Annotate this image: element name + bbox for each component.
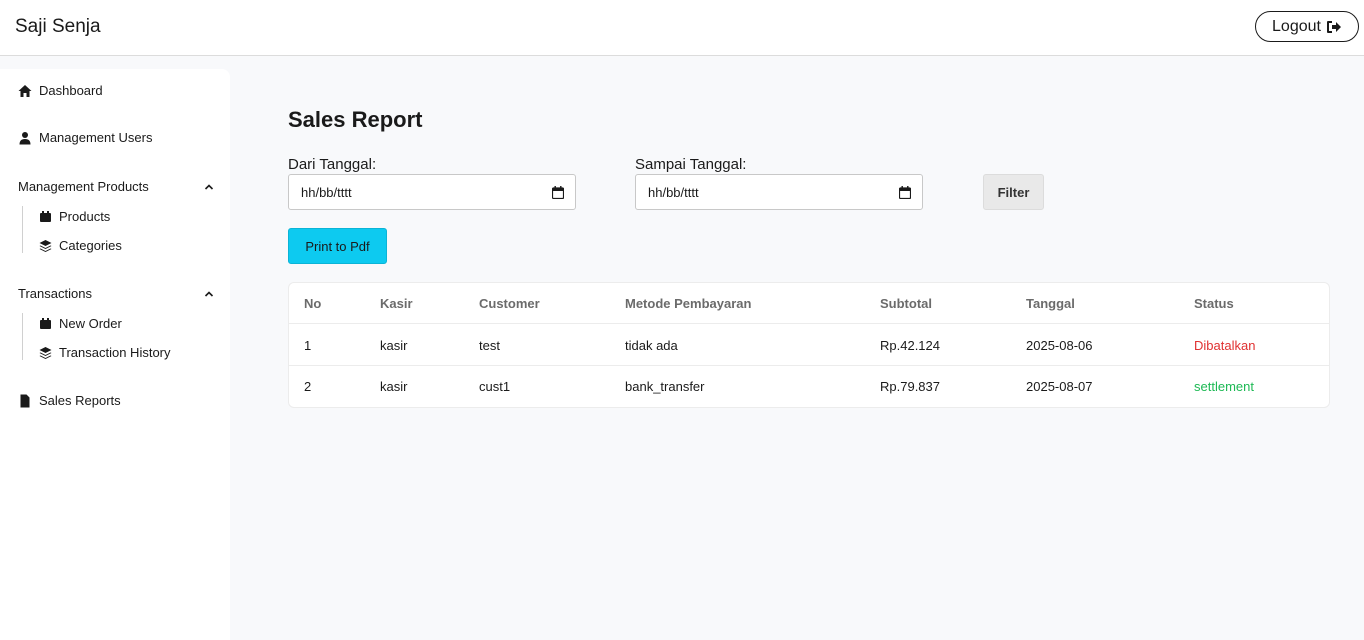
home-icon (18, 84, 32, 97)
from-date-input[interactable]: hh/bb/tttt (288, 174, 576, 210)
user-icon (19, 131, 31, 144)
chevron-up-icon[interactable] (204, 290, 214, 298)
cell-payment-method: bank_transfer (625, 379, 705, 394)
sidebar-label-products: Products (59, 209, 111, 224)
column-header: Tanggal (1026, 296, 1075, 311)
cell-subtotal: Rp.42.124 (880, 338, 940, 353)
sidebar-label-history: Transaction History (59, 345, 171, 360)
sidebar-label-new-order: New Order (59, 316, 122, 331)
cell-no: 1 (304, 338, 312, 353)
column-header: Status (1194, 296, 1234, 311)
to-date-label: Sampai Tanggal: (635, 156, 747, 173)
sidebar-group-transactions[interactable]: Transactions (18, 286, 92, 301)
sales-table: No Kasir Customer Metode Pembayaran Subt… (288, 282, 1330, 408)
from-date-value: hh/bb/tttt (301, 184, 352, 200)
sidebar: Dashboard Management Users Management Pr… (0, 69, 230, 640)
submenu-divider (22, 206, 23, 253)
box-icon (40, 211, 51, 222)
calendar-icon[interactable] (899, 186, 911, 199)
logout-label: Logout (1272, 17, 1321, 35)
from-date-label: Dari Tanggal: (288, 156, 377, 173)
cell-payment-method: tidak ada (625, 338, 678, 353)
status-badge: settlement (1194, 379, 1254, 394)
calendar-icon[interactable] (552, 186, 564, 199)
to-date-value: hh/bb/tttt (648, 184, 699, 200)
cell-kasir: kasir (380, 338, 408, 353)
sidebar-item-dashboard[interactable]: Dashboard (18, 83, 103, 98)
submenu-divider (22, 313, 23, 360)
top-navbar: Saji Senja Logout (0, 0, 1364, 56)
table-row: 2 kasir cust1 bank_transfer Rp.79.837 20… (289, 366, 1329, 407)
column-header: Subtotal (880, 296, 932, 311)
to-date-input[interactable]: hh/bb/tttt (635, 174, 923, 210)
sidebar-label-users: Management Users (39, 130, 153, 145)
layers-icon (39, 347, 52, 359)
print-to-pdf-button[interactable]: Print to Pdf (288, 228, 387, 264)
column-header: Kasir (380, 296, 413, 311)
column-header: Metode Pembayaran (625, 296, 752, 311)
sidebar-item-new-order[interactable]: New Order (39, 316, 122, 331)
logout-button[interactable]: Logout (1255, 11, 1359, 42)
brand-title[interactable]: Saji Senja (15, 16, 101, 38)
sidebar-label-categories: Categories (59, 238, 122, 253)
sidebar-group-management-products[interactable]: Management Products (18, 179, 149, 194)
layers-icon (39, 240, 52, 252)
table-header-row: No Kasir Customer Metode Pembayaran Subt… (289, 283, 1329, 324)
table-row: 1 kasir test tidak ada Rp.42.124 2025-08… (289, 325, 1329, 366)
sidebar-item-sales-reports[interactable]: Sales Reports (18, 393, 121, 408)
column-header: No (304, 296, 322, 311)
file-icon (20, 394, 30, 407)
cell-customer: cust1 (479, 379, 511, 394)
filter-button[interactable]: Filter (983, 174, 1044, 210)
chevron-up-icon[interactable] (204, 183, 214, 191)
page-title: Sales Report (288, 107, 423, 132)
sidebar-item-transaction-history[interactable]: Transaction History (39, 345, 171, 360)
status-badge: Dibatalkan (1194, 338, 1256, 353)
sidebar-item-products[interactable]: Products (39, 209, 110, 224)
cell-date: 2025-08-07 (1026, 379, 1093, 394)
sidebar-item-categories[interactable]: Categories (39, 238, 122, 253)
sidebar-item-management-users[interactable]: Management Users (18, 130, 152, 145)
cell-customer: test (479, 338, 500, 353)
box-icon (40, 318, 51, 329)
column-header: Customer (479, 296, 540, 311)
cell-kasir: kasir (380, 379, 408, 394)
cell-date: 2025-08-06 (1026, 338, 1093, 353)
sidebar-label-sales-reports: Sales Reports (39, 393, 121, 408)
cell-no: 2 (304, 379, 312, 394)
sidebar-label-dashboard: Dashboard (39, 83, 103, 98)
cell-subtotal: Rp.79.837 (880, 379, 940, 394)
sign-out-icon (1326, 20, 1341, 33)
